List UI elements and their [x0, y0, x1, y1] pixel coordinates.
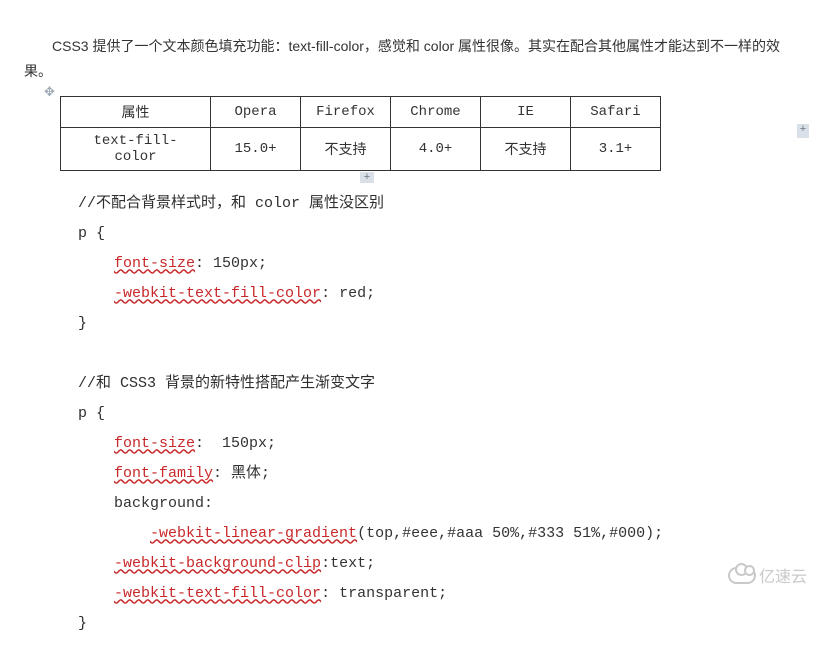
td-safari: 3.1+	[571, 128, 661, 171]
code-line: }	[78, 615, 87, 632]
watermark-text: 亿速云	[759, 563, 807, 587]
th-chrome: Chrome	[391, 97, 481, 128]
th-ie: IE	[481, 97, 571, 128]
code-prop: font-size	[114, 255, 195, 272]
cloud-icon	[728, 567, 756, 584]
code-prop: font-size	[114, 435, 195, 452]
table-row: text-fill-color 15.0+ 不支持 4.0+ 不支持 3.1+	[61, 128, 661, 171]
code-text: : 150px;	[195, 435, 276, 452]
code-text: : 黑体;	[213, 465, 270, 482]
code-text: : transparent;	[321, 585, 447, 602]
td-ie: 不支持	[481, 128, 571, 171]
code-line: }	[78, 315, 87, 332]
code-text: background:	[114, 495, 213, 512]
code-line: p {	[78, 405, 105, 422]
watermark-logo: 亿速云	[728, 563, 807, 587]
code-text: (top,#eee,#aaa 50%,#333 51%,#000);	[357, 525, 663, 542]
code-comment: //不配合背景样式时，和 color 属性没区别	[78, 195, 384, 212]
code-text: :text;	[321, 555, 375, 572]
table-header-row: 属性 Opera Firefox Chrome IE Safari	[61, 97, 661, 128]
td-firefox: 不支持	[301, 128, 391, 171]
code-comment: //和 CSS3 背景的新特性搭配产生渐变文字	[78, 375, 375, 392]
compat-table: 属性 Opera Firefox Chrome IE Safari text-f…	[60, 96, 661, 171]
th-firefox: Firefox	[301, 97, 391, 128]
intro-paragraph: CSS3 提供了一个文本颜色填充功能：text-fill-color，感觉和 c…	[24, 34, 795, 84]
row-add-handle[interactable]: +	[797, 124, 809, 138]
td-opera: 15.0+	[211, 128, 301, 171]
drag-handle-icon[interactable]: ✥	[44, 84, 55, 100]
th-prop: 属性	[61, 97, 211, 128]
code-text: : red;	[321, 285, 375, 302]
th-safari: Safari	[571, 97, 661, 128]
td-prop: text-fill-color	[61, 128, 211, 171]
td-chrome: 4.0+	[391, 128, 481, 171]
code-text: : 150px;	[195, 255, 267, 272]
code-block: //不配合背景样式时，和 color 属性没区别 p { font-size: …	[78, 189, 795, 639]
th-opera: Opera	[211, 97, 301, 128]
compat-table-wrap: ✥ 属性 Opera Firefox Chrome IE Safari text…	[60, 96, 795, 171]
col-add-handle[interactable]: +	[360, 172, 374, 183]
code-prop: -webkit-linear-gradient	[150, 525, 357, 542]
code-prop: font-family	[114, 465, 213, 482]
code-prop: -webkit-text-fill-color	[114, 285, 321, 302]
code-line: p {	[78, 225, 105, 242]
code-prop: -webkit-background-clip	[114, 555, 321, 572]
code-prop: -webkit-text-fill-color	[114, 585, 321, 602]
